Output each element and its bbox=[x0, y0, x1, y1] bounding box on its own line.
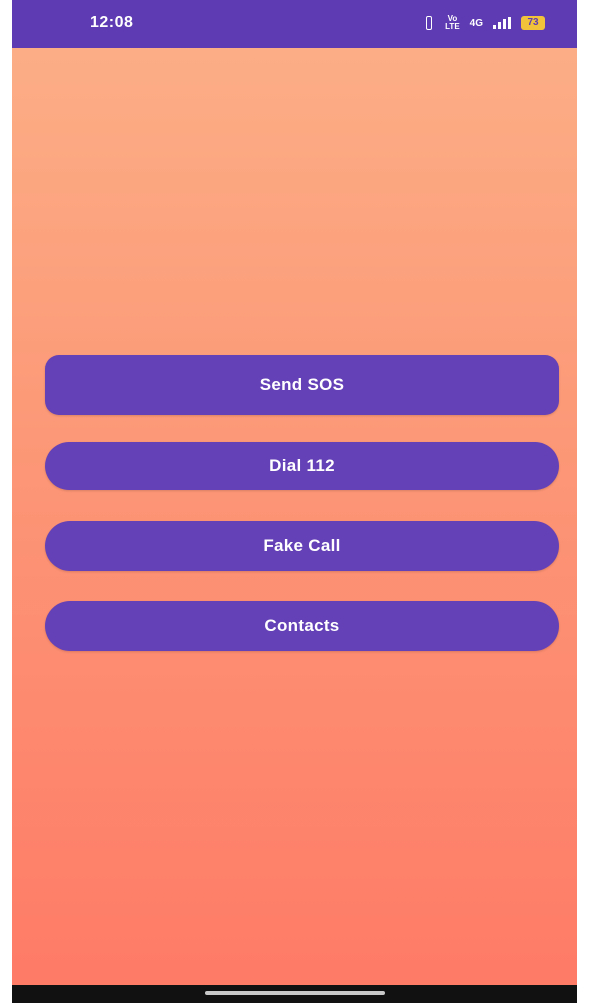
send-sos-button[interactable]: Send SOS bbox=[45, 355, 559, 415]
network-4g-icon: 4G bbox=[469, 17, 483, 29]
volte-bottom-label: LTE bbox=[445, 22, 460, 31]
status-icons: Vo LTE 4G 73 bbox=[423, 15, 545, 31]
navigation-bar bbox=[12, 985, 577, 1003]
app-screen: 12:08 Vo LTE 4G 73 Send SOS Dial 112 Fak… bbox=[12, 0, 577, 1003]
fake-call-button[interactable]: Fake Call bbox=[45, 521, 559, 571]
volte-icon: Vo LTE bbox=[445, 15, 460, 31]
home-indicator[interactable] bbox=[205, 991, 385, 995]
status-bar: 12:08 Vo LTE 4G 73 bbox=[12, 0, 577, 48]
contacts-button[interactable]: Contacts bbox=[45, 601, 559, 651]
status-time: 12:08 bbox=[90, 14, 134, 31]
dial-112-button[interactable]: Dial 112 bbox=[45, 442, 559, 490]
battery-icon: 73 bbox=[521, 16, 545, 30]
signal-icon bbox=[493, 17, 511, 29]
vibrate-icon bbox=[423, 16, 435, 30]
